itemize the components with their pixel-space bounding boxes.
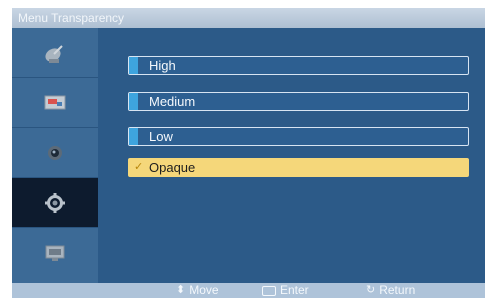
footer-hints: ⬍ Move Enter ↻ Return (12, 283, 485, 298)
setup-gear-icon (45, 192, 65, 213)
menu-title: Menu Transparency (12, 8, 485, 28)
sidebar-item-picture[interactable] (12, 78, 98, 128)
check-icon: ✓ (134, 161, 144, 173)
sidebar-item-sound[interactable] (12, 128, 98, 178)
sound-icon (48, 145, 62, 160)
picture-icon (44, 95, 66, 109)
return-hint: ↻ Return (366, 283, 416, 297)
sidebar-item-setup[interactable] (12, 178, 98, 228)
sidebar-item-channel[interactable] (12, 28, 98, 78)
move-hint: ⬍ Move (176, 283, 219, 297)
sidebar (12, 28, 98, 283)
input-source-icon (45, 245, 65, 261)
enter-hint: Enter (262, 283, 309, 298)
option-indicator (129, 93, 138, 110)
osd-menu: Menu Transparency High Medium Low ✓ Opaq… (12, 8, 485, 298)
option-indicator (129, 128, 138, 145)
satellite-dish-icon (45, 44, 63, 63)
option-list: High Medium Low ✓ Opaque (98, 28, 485, 283)
option-low[interactable]: Low (128, 127, 469, 146)
sidebar-item-input[interactable] (12, 228, 98, 278)
option-high[interactable]: High (128, 56, 469, 75)
option-medium[interactable]: Medium (128, 92, 469, 111)
up-down-arrow-icon: ⬍ (176, 284, 186, 296)
option-indicator (129, 57, 138, 74)
enter-key-icon (262, 285, 276, 296)
return-arrow-icon: ↻ (366, 284, 376, 296)
option-opaque[interactable]: ✓ Opaque (128, 158, 469, 177)
